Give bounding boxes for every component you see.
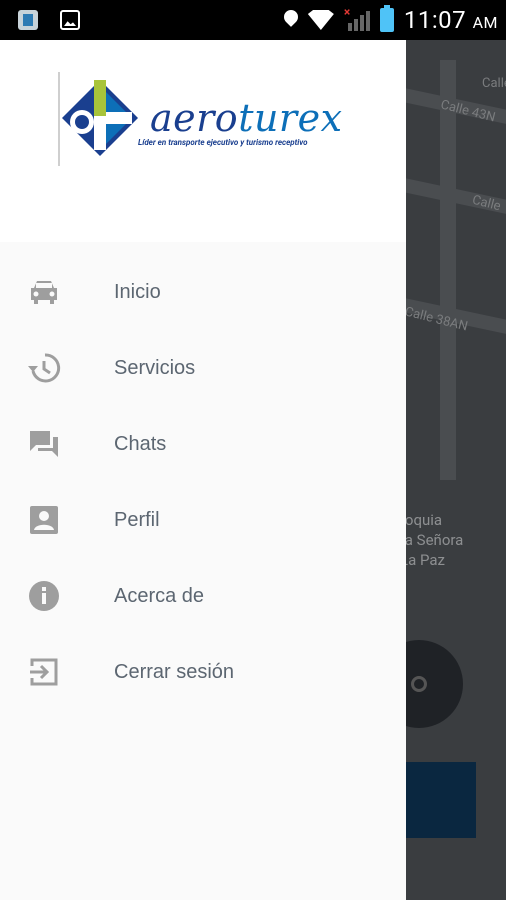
menu-item-label: Chats [114, 432, 167, 455]
history-icon [26, 350, 62, 386]
menu-item-label: Perfil [114, 508, 160, 531]
menu-item-acerca[interactable]: Acerca de [0, 558, 406, 634]
crosshair-icon [411, 676, 427, 692]
taxi-icon [26, 274, 62, 310]
logout-icon [26, 654, 62, 690]
drawer-header: aeroturex Líder en transporte ejecutivo … [0, 40, 406, 242]
logo-tagline: Líder en transporte ejecutivo y turismo … [138, 138, 308, 147]
menu-item-label: Inicio [114, 280, 161, 303]
clock: 11:07 AM [403, 6, 498, 34]
navigation-drawer: aeroturex Líder en transporte ejecutivo … [0, 40, 406, 900]
wifi-icon [307, 10, 334, 30]
logo-mark-icon [62, 80, 138, 156]
battery-icon [379, 5, 394, 32]
menu-item-label: Acerca de [114, 584, 205, 607]
menu-item-label: Cerrar sesión [114, 660, 235, 683]
status-bar: × 11:07 AM [0, 0, 506, 40]
map-street-label: Calle [482, 76, 506, 91]
image-notification-icon [60, 10, 80, 30]
location-icon [284, 10, 298, 30]
map-street-label: Calle [470, 192, 503, 215]
menu-item-inicio[interactable]: Inicio [0, 254, 406, 330]
menu-item-chats[interactable]: Chats [0, 406, 406, 482]
app-notification-icon [18, 10, 38, 30]
menu-item-cerrar-sesion[interactable]: Cerrar sesión [0, 634, 406, 710]
menu-item-label: Servicios [114, 356, 196, 379]
chat-icon [26, 426, 62, 462]
menu-item-servicios[interactable]: Servicios [0, 330, 406, 406]
menu-item-perfil[interactable]: Perfil [0, 482, 406, 558]
aeroturex-logo: aeroturex Líder en transporte ejecutivo … [58, 72, 348, 172]
profile-icon [26, 502, 62, 538]
drawer-menu: Inicio Servicios Chats Perfil Acerca de [0, 242, 406, 710]
logo-wordmark: aeroturex [150, 96, 343, 140]
map-place-label: roquia ra Señora La Paz [400, 511, 464, 569]
signal-icon: × [344, 5, 370, 31]
info-icon [26, 578, 62, 614]
